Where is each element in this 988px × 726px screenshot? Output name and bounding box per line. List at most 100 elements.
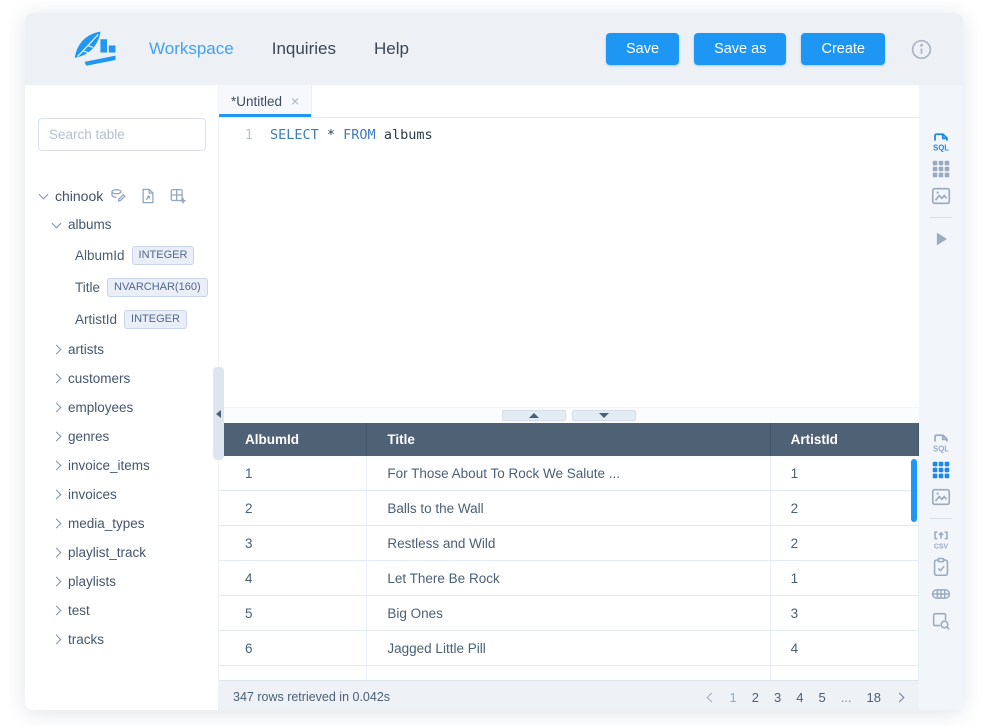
search-table-input[interactable] [38, 118, 206, 151]
editor-sql-view-icon[interactable]: SQL [930, 131, 952, 153]
results-table-body: 1 For Those About To Rock We Salute ... … [219, 456, 919, 680]
copy-clipboard-icon[interactable] [930, 556, 952, 578]
tab-label: *Untitled [231, 94, 282, 109]
rail-divider [930, 217, 952, 218]
chevron-down-icon [39, 189, 49, 199]
chevron-right-icon [52, 403, 62, 413]
column-name: ArtistId [75, 312, 117, 327]
center-panel: *Untitled × 1 SELECT * FROM albums Album… [219, 85, 919, 710]
sql-text: albums [376, 127, 433, 143]
header-albumid[interactable]: AlbumId [219, 423, 367, 456]
table-row[interactable]: 1 For Those About To Rock We Salute ... … [219, 456, 919, 491]
rail-divider [930, 518, 952, 519]
table-name: albums [68, 217, 112, 232]
tree-column-title[interactable]: Title NVARCHAR(160) [25, 271, 218, 303]
code-line: SELECT * FROM albums [253, 127, 433, 407]
arrow-down-icon [599, 413, 609, 418]
results-rail-group: SQL CSV [919, 432, 963, 632]
tree-database-chinook[interactable]: chinook [25, 181, 218, 210]
line-number-gutter: 1 [219, 127, 253, 407]
header-title[interactable]: Title [367, 423, 770, 456]
chevron-down-icon [52, 218, 62, 228]
main-area: chinook [25, 85, 963, 710]
database-edit-icon[interactable] [109, 187, 127, 205]
page-3[interactable]: 3 [774, 690, 781, 705]
tree-table-test[interactable]: test [25, 596, 218, 625]
table-row[interactable]: 6 Jagged Little Pill 4 [219, 631, 919, 666]
table-row[interactable]: 2 Balls to the Wall 2 [219, 491, 919, 526]
tree-table-invoices[interactable]: invoices [25, 480, 218, 509]
results-scrollbar[interactable] [911, 459, 917, 522]
header-artistid[interactable]: ArtistId [771, 423, 919, 456]
svg-text:SQL: SQL [933, 444, 949, 453]
create-button[interactable]: Create [801, 33, 885, 65]
tree-table-playlist-track[interactable]: playlist_track [25, 538, 218, 567]
table-row[interactable]: 4 Let There Be Rock 1 [219, 561, 919, 596]
tab-close-icon[interactable]: × [291, 93, 299, 109]
collapse-left-icon [216, 410, 221, 418]
editor-results-splitter[interactable] [219, 407, 919, 423]
sidebar-collapse-handle[interactable] [213, 367, 224, 460]
navbar: Workspace Inquiries Help Save Save as Cr… [25, 13, 963, 85]
pagination-prev-icon[interactable] [706, 692, 716, 702]
navbar-actions: Save Save as Create [606, 33, 933, 65]
chevron-right-icon [52, 432, 62, 442]
page: Workspace Inquiries Help Save Save as Cr… [0, 0, 988, 726]
splitter-down-button[interactable] [572, 410, 636, 421]
info-icon[interactable] [910, 38, 933, 61]
tree-column-artistid[interactable]: ArtistId INTEGER [25, 303, 218, 335]
editor-chart-view-icon[interactable] [930, 185, 952, 207]
splitter-up-button[interactable] [502, 410, 566, 421]
search-results-icon[interactable] [930, 610, 952, 632]
page-18[interactable]: 18 [867, 690, 881, 705]
tree-table-albums[interactable]: albums [25, 210, 218, 239]
tree-table-artists[interactable]: artists [25, 335, 218, 364]
app-logo-icon[interactable] [73, 29, 119, 69]
results-table-view-icon[interactable] [930, 459, 952, 481]
tree-table-employees[interactable]: employees [25, 393, 218, 422]
file-import-icon[interactable] [139, 187, 157, 205]
menu-inquiries[interactable]: Inquiries [272, 39, 336, 59]
editor-table-view-icon[interactable] [930, 158, 952, 180]
menu-help[interactable]: Help [374, 39, 409, 59]
tree-table-tracks[interactable]: tracks [25, 625, 218, 654]
database-actions [109, 187, 187, 205]
main-menu: Workspace Inquiries Help [149, 39, 409, 59]
line-number: 1 [245, 127, 253, 143]
chevron-right-icon [52, 345, 62, 355]
database-name: chinook [55, 188, 103, 204]
page-1[interactable]: 1 [730, 690, 737, 705]
table-full-view-icon[interactable] [930, 583, 952, 605]
chevron-right-icon [52, 519, 62, 529]
save-as-button[interactable]: Save as [694, 33, 786, 65]
tree-table-playlists[interactable]: playlists [25, 567, 218, 596]
tree-column-albumid[interactable]: AlbumId INTEGER [25, 239, 218, 271]
tree-table-media-types[interactable]: media_types [25, 509, 218, 538]
chevron-right-icon [52, 548, 62, 558]
page-2[interactable]: 2 [752, 690, 759, 705]
sql-keyword: SELECT [270, 127, 319, 143]
chevron-right-icon [52, 577, 62, 587]
tree-table-genres[interactable]: genres [25, 422, 218, 451]
results-chart-view-icon[interactable] [930, 486, 952, 508]
run-query-icon[interactable] [930, 228, 952, 250]
chevron-right-icon [52, 490, 62, 500]
schema-tree: chinook [25, 181, 218, 654]
menu-workspace[interactable]: Workspace [149, 39, 234, 59]
tab-untitled[interactable]: *Untitled × [219, 85, 312, 117]
page-4[interactable]: 4 [796, 690, 803, 705]
sql-editor[interactable]: 1 SELECT * FROM albums [219, 118, 919, 407]
tree-table-customers[interactable]: customers [25, 364, 218, 393]
save-button[interactable]: Save [606, 33, 679, 65]
pagination: 1 2 3 4 5 ... 18 [708, 690, 903, 705]
pagination-next-icon[interactable] [895, 692, 905, 702]
svg-text:CSV: CSV [934, 543, 949, 550]
page-5[interactable]: 5 [818, 690, 825, 705]
tree-table-invoice-items[interactable]: invoice_items [25, 451, 218, 480]
table-add-icon[interactable] [169, 187, 187, 205]
table-row[interactable]: 3 Restless and Wild 2 [219, 526, 919, 561]
row-count-status: 347 rows retrieved in 0.042s [233, 690, 390, 704]
results-sql-view-icon[interactable]: SQL [930, 432, 952, 454]
export-csv-icon[interactable]: CSV [930, 529, 952, 551]
table-row[interactable]: 5 Big Ones 3 [219, 596, 919, 631]
